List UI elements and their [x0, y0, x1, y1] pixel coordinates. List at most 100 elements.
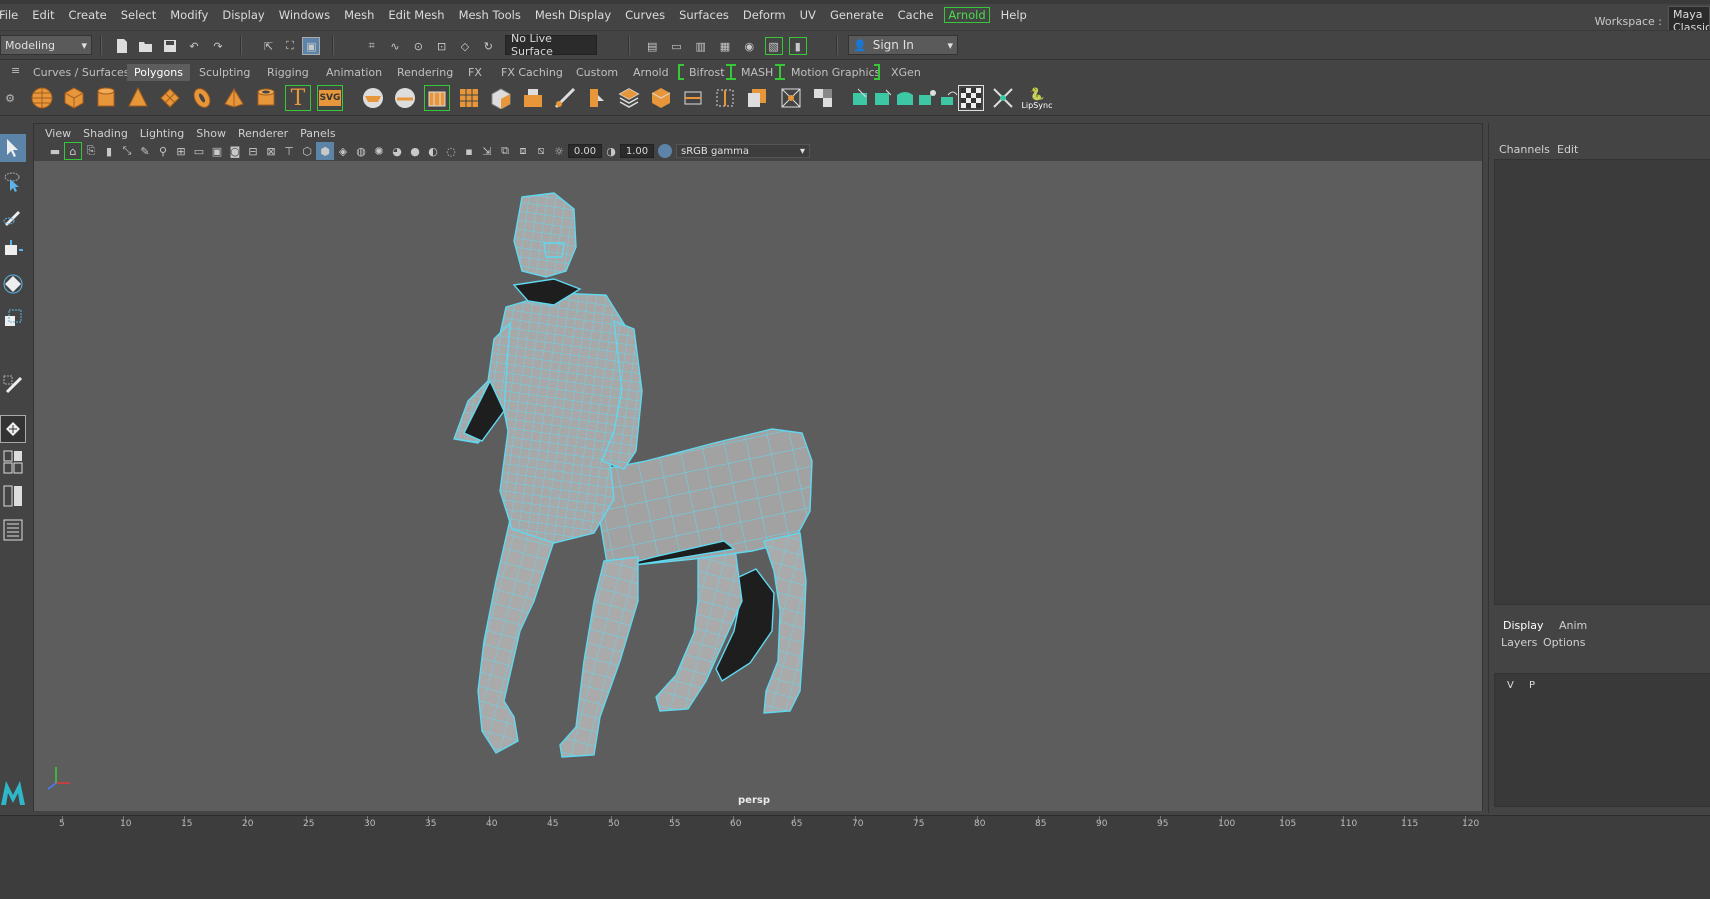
tab-channels[interactable]: Channels	[1499, 143, 1550, 156]
depth-of-field-icon[interactable]: ▪	[460, 142, 478, 160]
offset-edge-loop-icon[interactable]	[744, 85, 770, 111]
menu-uv[interactable]: UV	[793, 8, 823, 22]
layout-four-icon[interactable]	[0, 448, 26, 476]
tab-rigging[interactable]: Rigging	[260, 64, 316, 81]
bridge-icon[interactable]	[552, 85, 578, 111]
exposure-icon[interactable]: ☼	[550, 142, 568, 160]
redo-icon[interactable]: ↷	[209, 37, 227, 55]
menu-arnold[interactable]: Arnold	[944, 7, 990, 23]
tab-motion-graphics[interactable]: Motion Graphics	[784, 64, 887, 81]
separate-icon[interactable]	[392, 85, 418, 111]
combine-icon[interactable]	[360, 85, 386, 111]
tab-anim[interactable]: Anim	[1559, 619, 1587, 632]
menu-file[interactable]: File	[0, 8, 25, 22]
menu-edit-mesh[interactable]: Edit Mesh	[381, 8, 451, 22]
uv-cut-sew-icon[interactable]	[990, 85, 1016, 111]
snap-curve-icon[interactable]: ∿	[386, 37, 404, 55]
menu-help[interactable]: Help	[994, 8, 1034, 22]
tab-custom[interactable]: Custom	[569, 64, 625, 81]
color-management-icon[interactable]	[658, 144, 672, 158]
select-tool-icon[interactable]	[0, 134, 26, 162]
layout-two-icon[interactable]	[0, 482, 26, 510]
poly-cone-icon[interactable]	[125, 85, 151, 111]
new-scene-icon[interactable]	[113, 37, 131, 55]
camera-lock-icon[interactable]: ⚲	[154, 142, 172, 160]
gamma-icon[interactable]: ◑	[602, 142, 620, 160]
safe-title-icon[interactable]: ⊤	[280, 142, 298, 160]
render-view-icon[interactable]: ▭	[667, 37, 685, 55]
svg-tool-icon[interactable]: SVG	[317, 85, 343, 111]
poly-torus-icon[interactable]	[189, 85, 215, 111]
tab-animation[interactable]: Animation	[319, 64, 389, 81]
fill-hole-icon[interactable]	[616, 85, 642, 111]
grid-toggle-icon[interactable]: ⊞	[172, 142, 190, 160]
centaur-mesh[interactable]	[34, 161, 1482, 811]
menu-surfaces[interactable]: Surfaces	[672, 8, 736, 22]
uv-checker-icon[interactable]	[958, 85, 984, 111]
select-camera-icon[interactable]: ▬	[46, 142, 64, 160]
motion-blur-icon[interactable]: ◐	[424, 142, 442, 160]
grease-pencil-icon[interactable]: ✎	[136, 142, 154, 160]
anti-aliasing-icon[interactable]: ◌	[442, 142, 460, 160]
view-transform-dropdown[interactable]: sRGB gamma ▾	[676, 144, 810, 158]
tab-xgen[interactable]: XGen	[884, 64, 928, 81]
tab-curves-surfaces[interactable]: Curves / Surfaces	[26, 64, 137, 81]
xray-icon[interactable]: ⧉	[496, 142, 514, 160]
layout-single-icon[interactable]	[0, 415, 26, 443]
screen-space-ao-icon[interactable]: ●	[406, 142, 424, 160]
bookmark-icon[interactable]: ⎘	[82, 142, 100, 160]
menu-display[interactable]: Display	[215, 8, 271, 22]
live-surface-field[interactable]: No Live Surface	[505, 32, 597, 58]
reduce-icon[interactable]	[456, 85, 482, 111]
sign-in-button[interactable]: 👤 Sign In ▾	[848, 35, 958, 55]
bevel-icon[interactable]	[584, 85, 610, 111]
isolate-select-icon[interactable]: ⇲	[478, 142, 496, 160]
move-tool-icon[interactable]	[0, 236, 26, 264]
target-weld-icon[interactable]	[778, 85, 804, 111]
paint-select-tool-icon[interactable]	[0, 202, 26, 230]
snap-surface-icon[interactable]: ◇	[456, 37, 474, 55]
menu-cache[interactable]: Cache	[891, 8, 941, 22]
playback-column-header[interactable]: P	[1529, 680, 1535, 691]
camera-attributes-icon[interactable]: ⌂	[64, 142, 82, 160]
menu-generate[interactable]: Generate	[823, 8, 891, 22]
menu-edit[interactable]: Edit	[25, 8, 61, 22]
gamma-field[interactable]: 1.00	[620, 144, 654, 158]
tab-arnold[interactable]: Arnold	[626, 64, 676, 81]
menu-create[interactable]: Create	[62, 8, 114, 22]
menu-modify[interactable]: Modify	[163, 8, 215, 22]
select-hierarchy-icon[interactable]: ⇱	[260, 37, 278, 55]
menu-options[interactable]: Options	[1543, 636, 1585, 649]
scale-tool-icon[interactable]	[0, 304, 26, 332]
poly-sphere-icon[interactable]	[29, 85, 55, 111]
last-tool-icon[interactable]	[0, 370, 26, 398]
snap-pivot-icon[interactable]: ↻	[479, 37, 497, 55]
shelf-gear-icon[interactable]: ⚙	[0, 85, 20, 111]
hypershade-icon[interactable]: ◉	[740, 37, 758, 55]
shadows-icon[interactable]: ◕	[388, 142, 406, 160]
menu-windows[interactable]: Windows	[272, 8, 337, 22]
textured-icon[interactable]: ◍	[352, 142, 370, 160]
gate-mask-icon[interactable]: ◙	[226, 142, 244, 160]
ipr-render-icon[interactable]: ▥	[692, 37, 710, 55]
snap-point-icon[interactable]: ⊙	[409, 37, 427, 55]
tab-fx-caching[interactable]: FX Caching	[494, 64, 570, 81]
tab-polygons[interactable]: Polygons	[127, 64, 190, 81]
safe-action-icon[interactable]: ⊠	[262, 142, 280, 160]
multi-cut-icon[interactable]	[680, 85, 706, 111]
lasso-tool-icon[interactable]	[0, 168, 26, 196]
panel-menu-show[interactable]: Show	[190, 127, 232, 140]
menu-mesh[interactable]: Mesh	[337, 8, 381, 22]
mirror-icon[interactable]	[488, 85, 514, 111]
menu-curves[interactable]: Curves	[618, 8, 672, 22]
time-slider[interactable]: 5 10 15 20 25 30 35 40 45 50 55 60 65 70 75 80 85 90 95 100…	[0, 815, 1710, 899]
outliner-layout-icon[interactable]	[0, 516, 26, 544]
arnold-ipr-icon[interactable]: ▮	[788, 37, 807, 55]
use-all-lights-icon[interactable]: ✺	[370, 142, 388, 160]
tab-bifrost[interactable]: Bifrost	[682, 64, 732, 81]
shelf-menu-icon[interactable]: ≡	[4, 62, 27, 79]
panel-menu-lighting[interactable]: Lighting	[134, 127, 190, 140]
image-plane-icon[interactable]: ▮	[100, 142, 118, 160]
tab-mash[interactable]: MASH	[734, 64, 780, 81]
panel-menu-view[interactable]: View	[39, 127, 77, 140]
